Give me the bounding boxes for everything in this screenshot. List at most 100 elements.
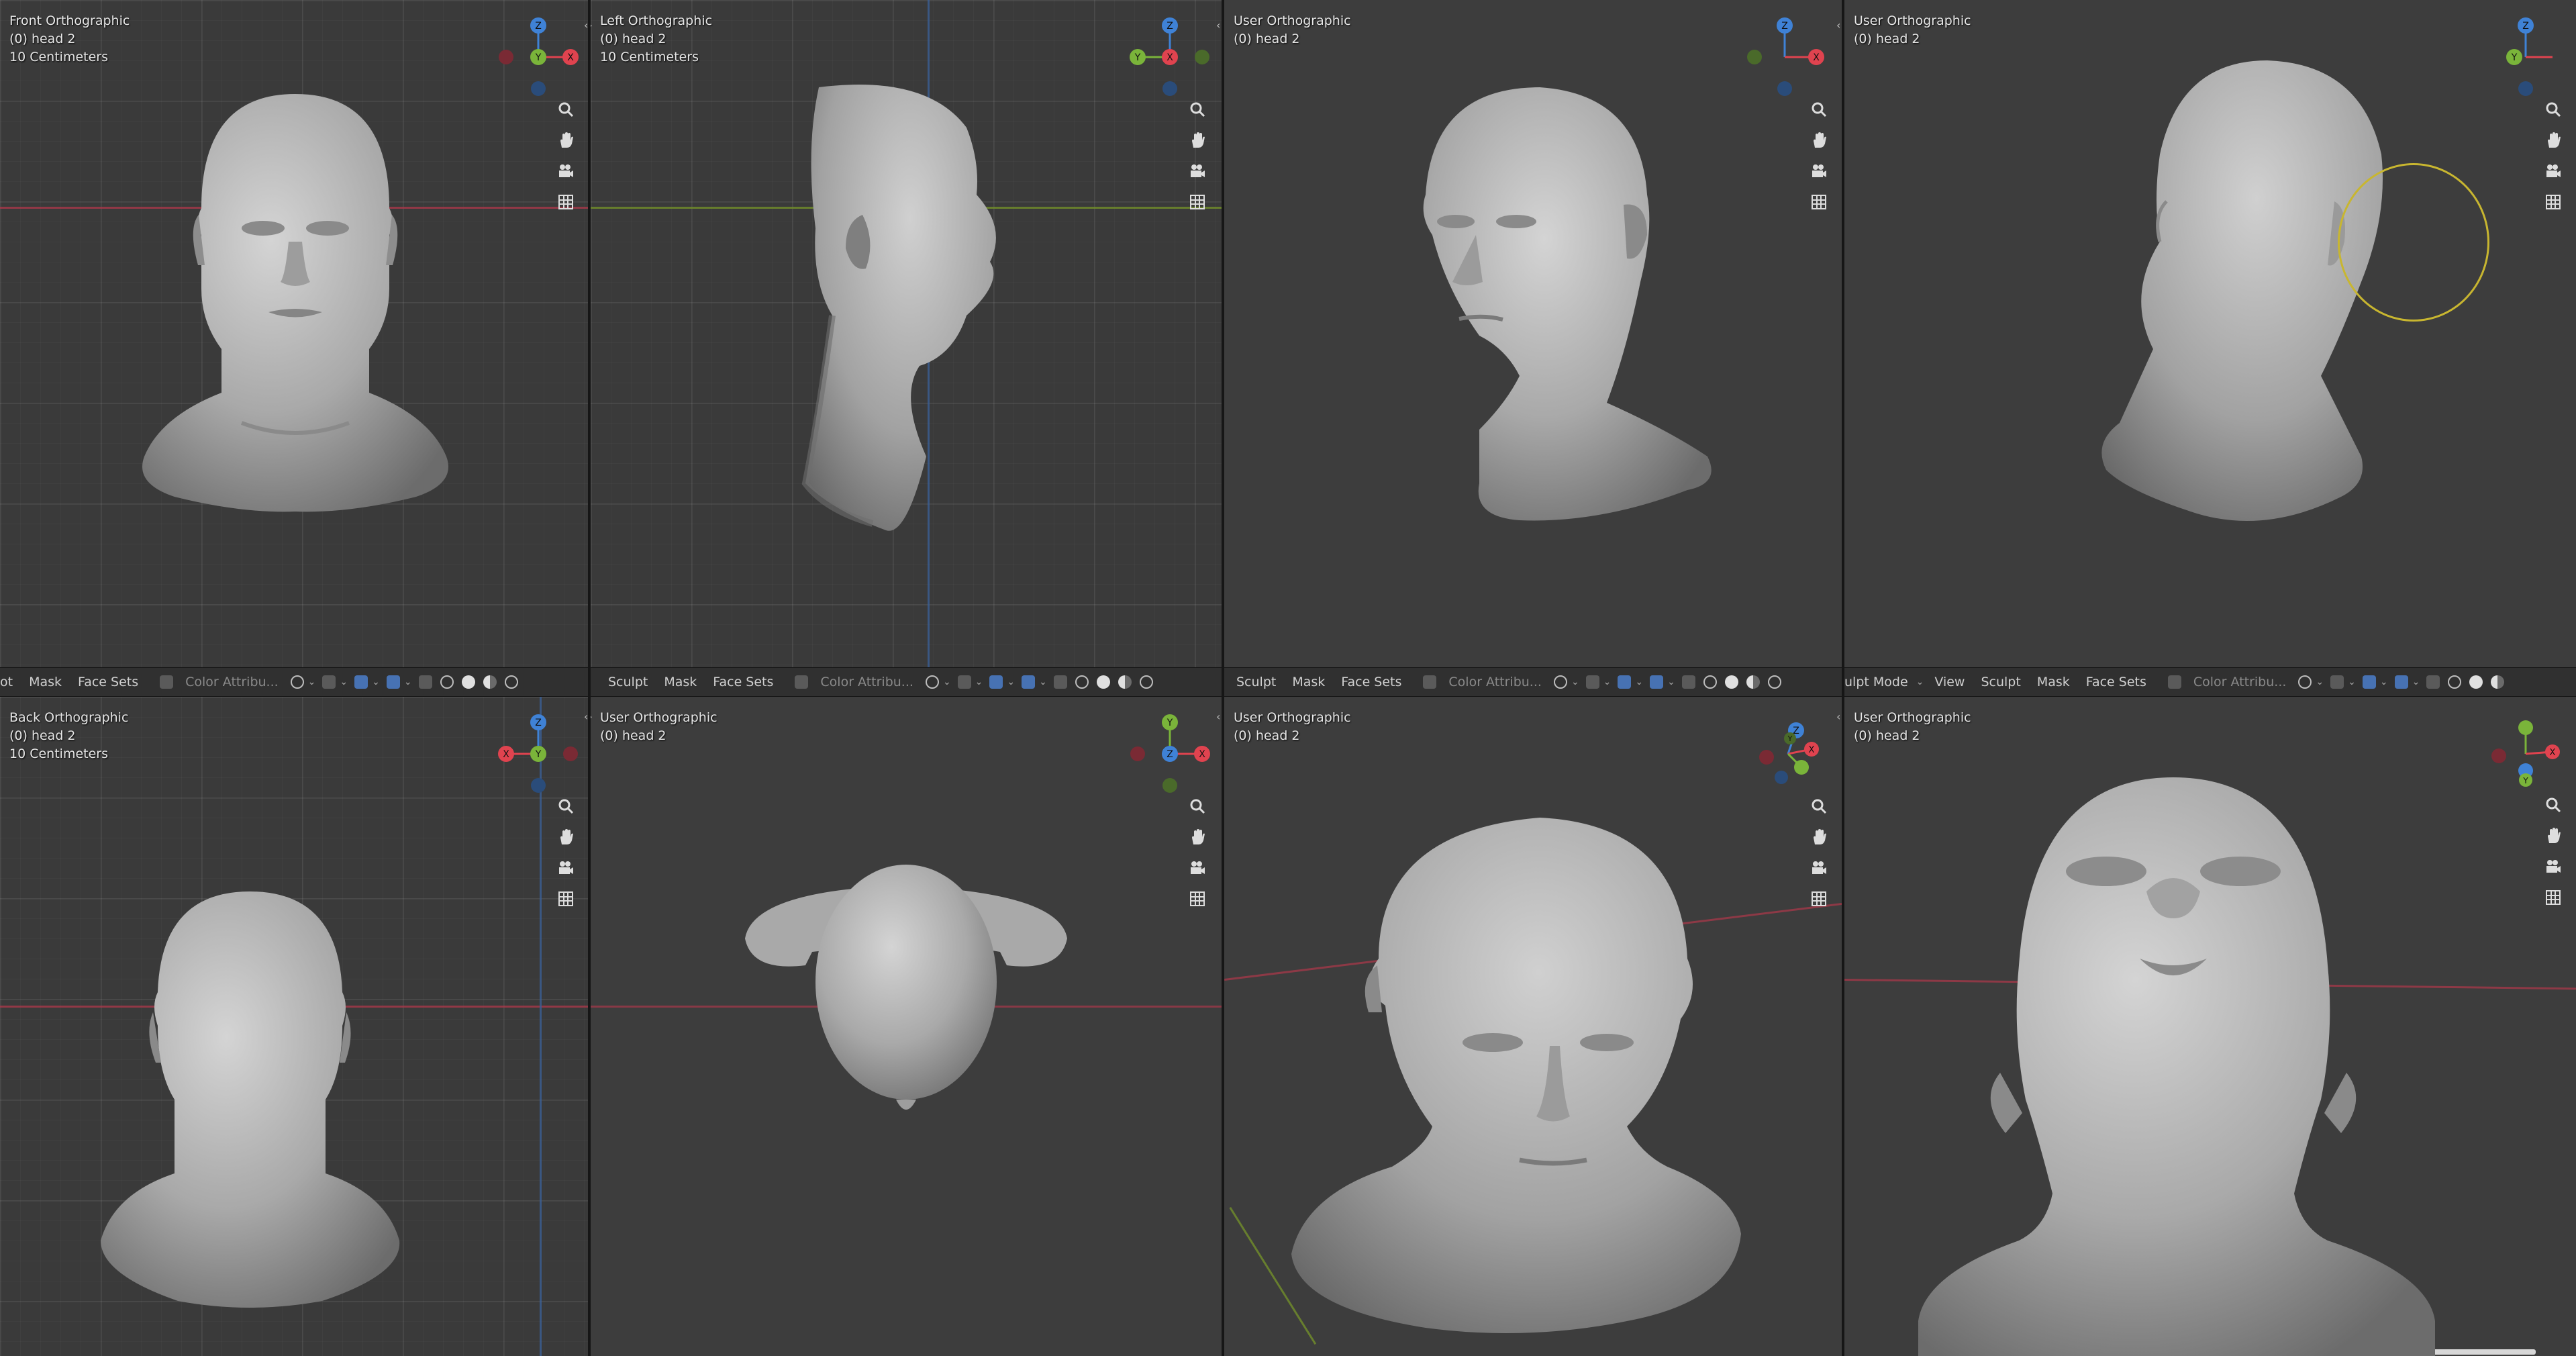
viewport-left-ortho[interactable]: Left Orthographic (0) head 2 10 Centimet… <box>591 0 1222 667</box>
color-attribute-dropdown[interactable]: Color Attribu... <box>812 675 922 689</box>
menu-mask[interactable]: Mask <box>21 675 70 689</box>
snap-icon[interactable] <box>322 675 336 689</box>
material-shading-icon[interactable] <box>2491 675 2505 689</box>
viewport-back-ortho[interactable]: Back Orthographic (0) head 2 10 Centimet… <box>0 697 588 1356</box>
nav-gizmo[interactable]: Y X Z <box>1120 704 1220 804</box>
gizmo-toggle-icon[interactable] <box>989 675 1003 689</box>
pan-hand-icon[interactable] <box>552 126 580 154</box>
camera-icon[interactable] <box>2539 157 2567 185</box>
wireframe-shading-icon[interactable] <box>1075 675 1089 689</box>
camera-icon[interactable] <box>1183 157 1211 185</box>
pan-hand-icon[interactable] <box>1183 126 1211 154</box>
grid-toggle-icon[interactable] <box>1805 885 1833 913</box>
solid-shading-icon[interactable] <box>461 675 475 689</box>
grid-toggle-icon[interactable] <box>1183 188 1211 216</box>
menu-face-sets[interactable]: Face Sets <box>2078 675 2154 689</box>
zoom-icon[interactable] <box>1805 792 1833 820</box>
menu-view[interactable]: View <box>1926 675 1973 689</box>
pan-hand-icon[interactable] <box>1183 823 1211 851</box>
color-attribute-dropdown[interactable]: Color Attribu... <box>177 675 287 689</box>
camera-icon[interactable] <box>2539 853 2567 881</box>
pane-separator[interactable] <box>0 696 2576 697</box>
menu-sculpt[interactable]: Sculpt <box>600 675 656 689</box>
pan-hand-icon[interactable] <box>2539 822 2567 850</box>
snap-icon[interactable] <box>1585 675 1599 689</box>
gizmo-toggle-icon[interactable] <box>2362 675 2376 689</box>
region-toggle-icon[interactable]: ‹ <box>1216 19 1220 32</box>
grid-toggle-icon[interactable] <box>1183 885 1211 913</box>
menu-mask[interactable]: Mask <box>656 675 705 689</box>
snap-icon[interactable] <box>957 675 971 689</box>
pan-hand-icon[interactable] <box>552 823 580 851</box>
nav-gizmo[interactable]: Z X Y <box>1741 704 1842 804</box>
grid-toggle-icon[interactable] <box>2539 883 2567 912</box>
solid-shading-icon[interactable] <box>2469 675 2483 689</box>
zoom-icon[interactable] <box>552 792 580 820</box>
rendered-shading-icon[interactable] <box>504 675 518 689</box>
camera-icon[interactable] <box>552 854 580 882</box>
wireframe-shading-icon[interactable] <box>1703 675 1717 689</box>
color-attribute-dropdown[interactable]: Color Attribu... <box>2185 675 2295 689</box>
region-toggle-icon[interactable]: ‹ <box>1836 19 1840 32</box>
overlay-toggle-icon[interactable] <box>1022 675 1036 689</box>
transform-pivot-icon[interactable] <box>925 675 939 689</box>
menu-face-sets[interactable]: Face Sets <box>705 675 781 689</box>
pan-hand-icon[interactable] <box>1805 823 1833 851</box>
snap-icon[interactable] <box>2330 675 2344 689</box>
xray-icon[interactable] <box>1681 675 1695 689</box>
xray-icon[interactable] <box>1053 675 1067 689</box>
nav-gizmo[interactable]: X Y <box>2475 704 2576 804</box>
material-shading-icon[interactable] <box>1746 675 1760 689</box>
region-toggle-icon[interactable]: ‹ <box>1216 710 1220 723</box>
nav-gizmo[interactable]: Z X Y <box>488 7 588 107</box>
overlay-toggle-icon[interactable] <box>1650 675 1664 689</box>
zoom-icon[interactable] <box>552 95 580 124</box>
overlay-toggle-icon[interactable] <box>2394 675 2408 689</box>
nav-gizmo[interactable]: Z Y <box>2475 7 2576 107</box>
pane-separator[interactable] <box>0 667 2576 668</box>
menu-sculpt[interactable]: Sculpt <box>1973 675 2028 689</box>
viewport-user-ortho-2[interactable]: User Orthographic (0) head 2 Z Y <box>1844 0 2576 667</box>
solid-shading-icon[interactable] <box>1096 675 1110 689</box>
gizmo-toggle-icon[interactable] <box>354 675 368 689</box>
material-shading-icon[interactable] <box>483 675 497 689</box>
zoom-icon[interactable] <box>1183 792 1211 820</box>
pan-hand-icon[interactable] <box>1805 126 1833 154</box>
viewport-user-ortho-1[interactable]: User Orthographic (0) head 2 Z X <box>1224 0 1842 667</box>
rendered-shading-icon[interactable] <box>1139 675 1153 689</box>
viewport-user-ortho-4[interactable]: User Orthographic (0) head 2 Z X Y <box>1224 697 1842 1356</box>
menu-mask[interactable]: Mask <box>2029 675 2078 689</box>
gizmo-toggle-icon[interactable] <box>1618 675 1632 689</box>
transform-pivot-icon[interactable] <box>1553 675 1567 689</box>
solid-shading-icon[interactable] <box>1724 675 1738 689</box>
mode-dropdown[interactable]: ulpt Mode <box>1844 675 1916 689</box>
menu-sculpt[interactable]: ot <box>0 675 21 689</box>
grid-toggle-icon[interactable] <box>2539 188 2567 216</box>
grid-toggle-icon[interactable] <box>552 188 580 216</box>
wireframe-shading-icon[interactable] <box>2448 675 2462 689</box>
transform-pivot-icon[interactable] <box>290 675 304 689</box>
zoom-icon[interactable] <box>1183 95 1211 124</box>
camera-icon[interactable] <box>1805 854 1833 882</box>
pane-separator[interactable] <box>1222 0 1224 1356</box>
xray-icon[interactable] <box>418 675 432 689</box>
menu-face-sets[interactable]: Face Sets <box>1333 675 1409 689</box>
menu-sculpt[interactable]: Sculpt <box>1228 675 1284 689</box>
zoom-icon[interactable] <box>2539 791 2567 819</box>
menu-face-sets[interactable]: Face Sets <box>70 675 146 689</box>
pane-separator[interactable] <box>1842 0 1844 1356</box>
grid-toggle-icon[interactable] <box>1805 188 1833 216</box>
wireframe-shading-icon[interactable] <box>440 675 454 689</box>
nav-gizmo[interactable]: Z X <box>1741 7 1842 107</box>
zoom-icon[interactable] <box>1805 95 1833 124</box>
zoom-icon[interactable] <box>2539 95 2567 124</box>
xray-icon[interactable] <box>2426 675 2440 689</box>
nav-gizmo[interactable]: Z Y X <box>1120 7 1220 107</box>
viewport-user-ortho-3[interactable]: User Orthographic (0) head 2 Y X Z <box>591 697 1222 1356</box>
camera-icon[interactable] <box>552 157 580 185</box>
rendered-shading-icon[interactable] <box>1767 675 1781 689</box>
camera-icon[interactable] <box>1805 157 1833 185</box>
transform-pivot-icon[interactable] <box>2298 675 2312 689</box>
menu-mask[interactable]: Mask <box>1284 675 1333 689</box>
material-shading-icon[interactable] <box>1118 675 1132 689</box>
